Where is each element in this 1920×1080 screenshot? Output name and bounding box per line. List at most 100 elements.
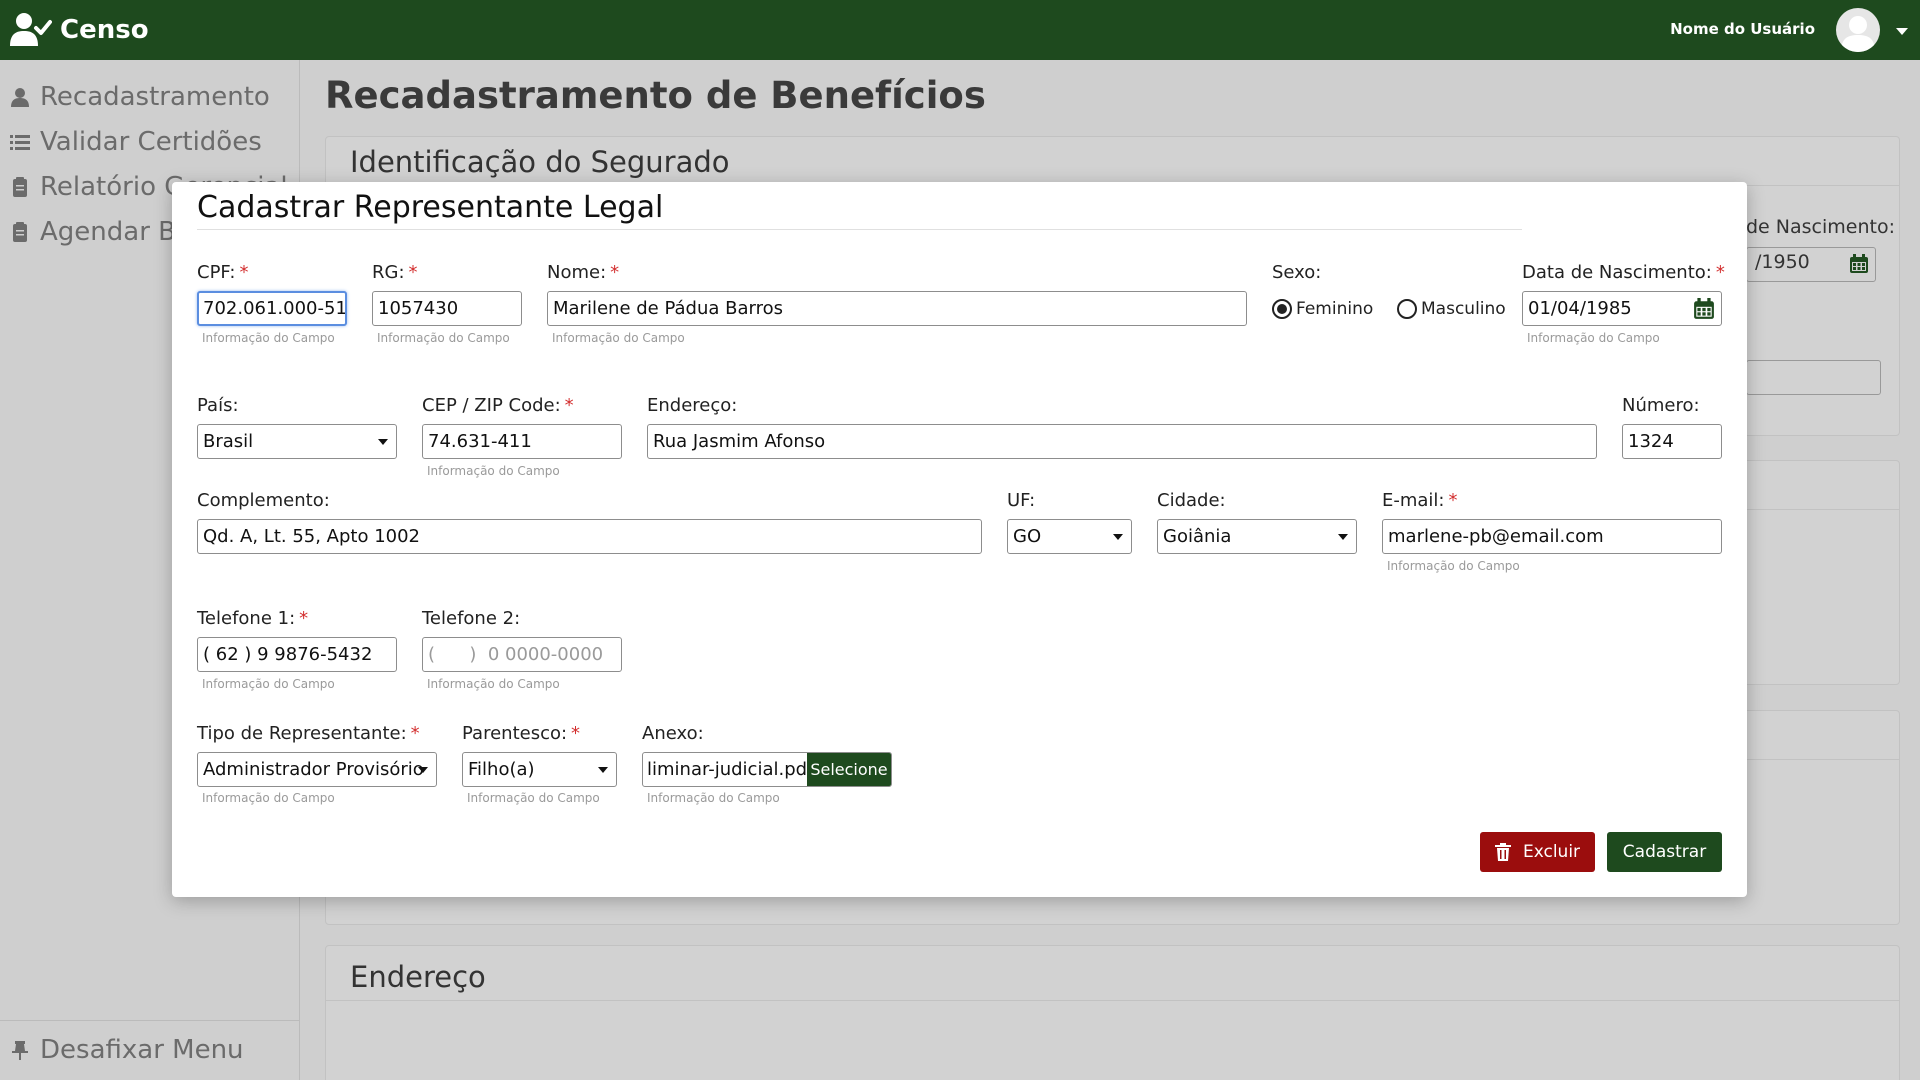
rg-hint: Informação do Campo xyxy=(377,331,510,345)
calendar-icon xyxy=(1850,254,1868,273)
complemento-input[interactable]: Qd. A, Lt. 55, Apto 1002 xyxy=(197,519,982,554)
cadastrar-button[interactable]: Cadastrar xyxy=(1607,832,1722,872)
endereco-label: Endereço: xyxy=(647,395,738,416)
telefone2-hint: Informação do Campo xyxy=(427,677,560,691)
numero-input[interactable]: 1324 xyxy=(1622,424,1722,459)
required-mark: * xyxy=(564,395,574,416)
select-file-button[interactable]: Selecione xyxy=(807,753,891,786)
card-title: Endereço xyxy=(350,960,486,994)
sidebar-item-validar-certidoes[interactable]: Validar Certidões xyxy=(10,127,262,157)
tipo-hint: Informação do Campo xyxy=(202,791,335,805)
cep-input[interactable]: 74.631-411 xyxy=(422,424,622,459)
required-mark: * xyxy=(408,262,418,283)
parentesco-label: Parentesco: * xyxy=(462,723,581,744)
email-hint: Informação do Campo xyxy=(1387,559,1520,573)
caret-down-icon xyxy=(598,767,608,773)
endereco-input[interactable]: Rua Jasmim Afonso xyxy=(647,424,1597,459)
radio-unchecked-icon xyxy=(1397,299,1417,319)
bg-birth-value: /1950 xyxy=(1755,251,1810,273)
caret-down-icon xyxy=(378,439,388,445)
anexo-label: Anexo: xyxy=(642,723,704,744)
bg-birth-input[interactable]: /1950 xyxy=(1746,247,1876,282)
divider xyxy=(326,1000,1899,1001)
required-mark: * xyxy=(1715,262,1725,283)
cep-hint: Informação do Campo xyxy=(427,464,560,478)
app-name: Censo xyxy=(60,15,149,45)
modal-cadastrar-representante: Cadastrar Representante Legal CPF: * 702.… xyxy=(172,182,1747,897)
radio-feminino[interactable]: Feminino xyxy=(1272,299,1373,319)
unpin-menu-label: Desafixar Menu xyxy=(40,1035,244,1065)
radio-checked-icon xyxy=(1272,299,1292,319)
cidade-select[interactable]: Goiânia xyxy=(1157,519,1357,554)
pais-select[interactable]: Brasil xyxy=(197,424,397,459)
cep-label: CEP / ZIP Code: * xyxy=(422,395,574,416)
page-title: Recadastramento de Benefícios xyxy=(325,74,986,117)
calendar-icon[interactable] xyxy=(1693,298,1715,320)
parentesco-select[interactable]: Filho(a) xyxy=(462,752,617,787)
card-title: Identificação do Segurado xyxy=(350,145,730,179)
caret-down-icon xyxy=(1338,534,1348,540)
parentesco-hint: Informação do Campo xyxy=(467,791,600,805)
required-mark: * xyxy=(299,608,309,629)
list-icon xyxy=(10,135,30,150)
telefone1-input[interactable]: ( 62 ) 9 9876-5432 xyxy=(197,637,397,672)
sidebar-item-label: Recadastramento xyxy=(40,82,270,112)
email-input[interactable]: marlene-pb@email.com xyxy=(1382,519,1722,554)
modal-title: Cadastrar Representante Legal xyxy=(197,190,664,225)
sidebar-item-recadastramento[interactable]: Recadastramento xyxy=(10,82,270,112)
caret-down-icon xyxy=(418,767,428,773)
numero-label: Número: xyxy=(1622,395,1700,416)
unpin-menu-button[interactable]: Desafixar Menu xyxy=(10,1035,244,1065)
user-name[interactable]: Nome do Usuário xyxy=(1670,20,1815,38)
chevron-down-icon[interactable] xyxy=(1896,28,1908,35)
anexo-file-input[interactable]: liminar-judicial.pdf Selecione xyxy=(642,752,892,787)
nome-label: Nome: * xyxy=(547,262,620,283)
tipo-representante-select[interactable]: Administrador Provisório xyxy=(197,752,437,787)
rg-input[interactable]: 1057430 xyxy=(372,291,522,326)
telefone2-input[interactable]: ( ) 0 0000-0000 xyxy=(422,637,622,672)
email-label: E-mail: * xyxy=(1382,490,1458,511)
nome-hint: Informação do Campo xyxy=(552,331,685,345)
complemento-label: Complemento: xyxy=(197,490,330,511)
telefone1-hint: Informação do Campo xyxy=(202,677,335,691)
uf-select[interactable]: GO xyxy=(1007,519,1132,554)
telefone2-label: Telefone 2: xyxy=(422,608,521,629)
pin-icon xyxy=(12,1041,28,1060)
required-mark: * xyxy=(610,262,620,283)
trash-icon xyxy=(1494,843,1511,861)
anexo-hint: Informação do Campo xyxy=(647,791,780,805)
sidebar-item-label: Validar Certidões xyxy=(40,127,262,157)
nascimento-label: Data de Nascimento: * xyxy=(1522,262,1725,283)
bg-birth-label: de Nascimento: xyxy=(1746,216,1895,238)
uf-label: UF: xyxy=(1007,490,1036,511)
anexo-file-name: liminar-judicial.pdf xyxy=(647,759,814,780)
clipboard-icon xyxy=(13,177,27,197)
cpf-hint: Informação do Campo xyxy=(202,331,335,345)
nascimento-hint: Informação do Campo xyxy=(1527,331,1660,345)
bg-input-field[interactable] xyxy=(1746,360,1881,395)
required-mark: * xyxy=(410,723,420,744)
brand[interactable]: Censo xyxy=(10,12,149,48)
excluir-button[interactable]: Excluir xyxy=(1480,832,1595,872)
nascimento-input[interactable]: 01/04/1985 xyxy=(1522,291,1722,326)
avatar[interactable] xyxy=(1836,8,1880,52)
cidade-label: Cidade: xyxy=(1157,490,1226,511)
radio-masculino[interactable]: Masculino xyxy=(1397,299,1506,319)
required-mark: * xyxy=(1448,490,1458,511)
user-icon xyxy=(11,88,29,107)
clipboard-icon xyxy=(13,222,27,242)
sidebar-footer: Desafixar Menu xyxy=(0,1020,300,1080)
cpf-input[interactable]: 702.061.000-51 xyxy=(197,291,347,326)
top-bar: Censo Nome do Usuário xyxy=(0,0,1920,60)
required-mark: * xyxy=(571,723,581,744)
avatar-icon xyxy=(1841,16,1875,52)
user-check-icon xyxy=(10,13,52,46)
required-mark: * xyxy=(239,262,249,283)
divider xyxy=(197,229,1522,230)
cpf-label: CPF: * xyxy=(197,262,249,283)
nome-input[interactable]: Marilene de Pádua Barros xyxy=(547,291,1247,326)
sexo-label: Sexo: xyxy=(1272,262,1322,283)
telefone1-label: Telefone 1: * xyxy=(197,608,309,629)
caret-down-icon xyxy=(1113,534,1123,540)
tipo-representante-label: Tipo de Representante: * xyxy=(197,723,420,744)
